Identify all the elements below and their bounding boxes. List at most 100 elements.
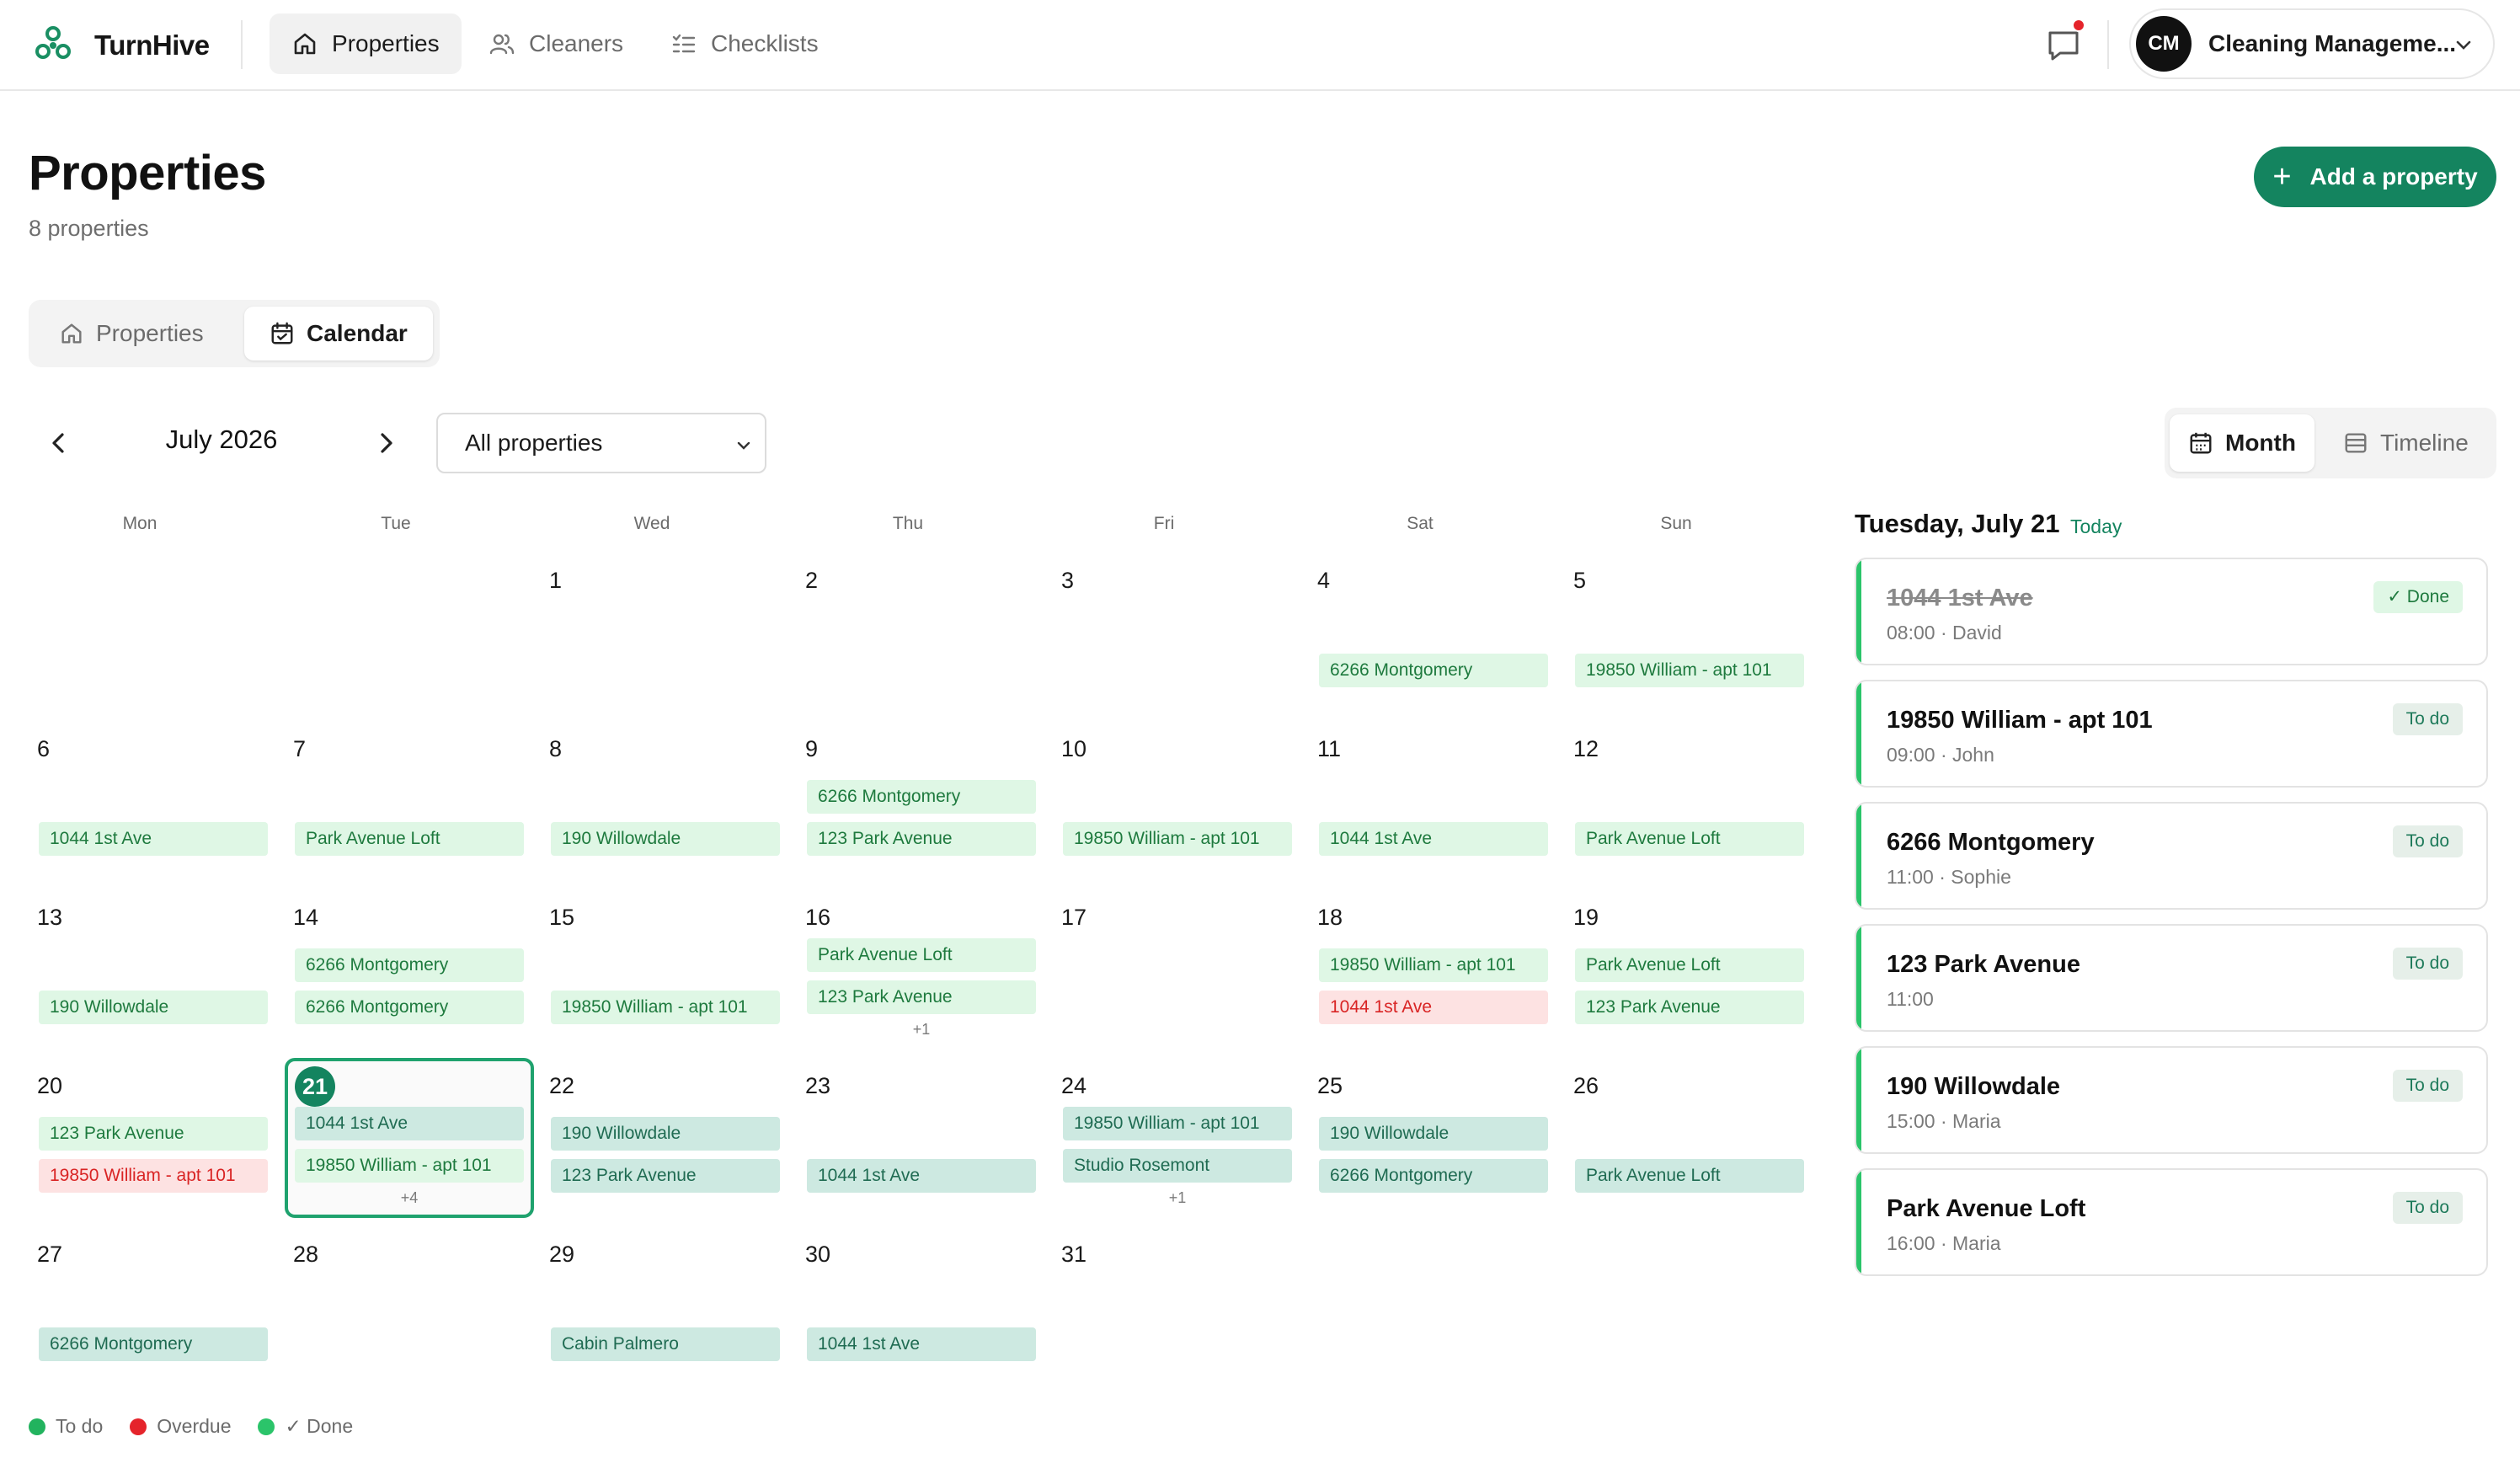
booking-chip[interactable]: 190 Willowdale xyxy=(1319,1117,1548,1151)
day-number: 17 xyxy=(1061,905,1087,930)
weekday-header: Sat xyxy=(1407,514,1434,533)
day-number: 31 xyxy=(1061,1242,1087,1267)
booking-chip[interactable]: 6266 Montgomery xyxy=(39,1327,268,1361)
booking-chip[interactable]: 1044 1st Ave xyxy=(807,1327,1036,1361)
booking-chip[interactable]: 1044 1st Ave xyxy=(1319,822,1548,856)
add-property-label: Add a property xyxy=(2309,163,2478,190)
day-number: 24 xyxy=(1061,1073,1087,1098)
day-number: 18 xyxy=(1317,905,1343,930)
today-date-badge: 21 xyxy=(295,1066,335,1107)
booking-chip[interactable]: 123 Park Avenue xyxy=(807,980,1036,1014)
booking-chip[interactable]: 19850 William - apt 101 xyxy=(1063,822,1292,856)
day-number: 26 xyxy=(1573,1073,1599,1098)
booking-chip[interactable]: 123 Park Avenue xyxy=(39,1117,268,1151)
booking-chip[interactable]: 19850 William - apt 101 xyxy=(39,1159,268,1193)
day-number: 11 xyxy=(1317,736,1342,761)
booking-chip[interactable]: 190 Willowdale xyxy=(551,822,780,856)
task-card[interactable]: Park Avenue Loft 16:00 · Maria To do xyxy=(1855,1168,2488,1276)
today-label: Today xyxy=(2070,515,2122,537)
booking-chip[interactable]: 19850 William - apt 101 xyxy=(295,1149,524,1183)
tab-label: Calendar xyxy=(307,320,408,346)
task-time-cleaner: 16:00 · Maria xyxy=(1887,1232,2001,1254)
booking-chip[interactable]: Park Avenue Loft xyxy=(295,822,524,856)
task-time-cleaner: 11:00 xyxy=(1887,988,1934,1010)
status-badge: To do xyxy=(2392,948,2463,980)
add-property-button[interactable]: + Add a property xyxy=(2254,147,2496,207)
day-number: 13 xyxy=(37,905,63,930)
month-label: July 2026 xyxy=(165,425,278,454)
next-month-button[interactable] xyxy=(367,425,404,462)
weekday-header: Fri xyxy=(1153,514,1175,533)
booking-chip[interactable]: Park Avenue Loft xyxy=(807,938,1036,972)
top-navigation: TurnHive Properties Cleaners Checklists … xyxy=(0,0,2520,91)
property-filter-select[interactable]: All properties xyxy=(436,413,766,473)
task-card[interactable]: 190 Willowdale 15:00 · Maria To do xyxy=(1855,1046,2488,1154)
booking-chip[interactable]: 19850 William - apt 101 xyxy=(1575,654,1804,687)
avatar: CM xyxy=(2136,16,2192,72)
day-number: 16 xyxy=(805,905,831,930)
day-number: 20 xyxy=(37,1073,63,1098)
plus-icon: + xyxy=(2272,159,2292,195)
day-number: 23 xyxy=(805,1073,831,1098)
booking-chip[interactable]: 6266 Montgomery xyxy=(1319,654,1548,687)
nav-tab-checklists[interactable]: Checklists xyxy=(649,13,841,74)
account-name: Cleaning Manageme... xyxy=(2208,30,2457,56)
booking-chip[interactable]: 123 Park Avenue xyxy=(1575,991,1804,1024)
booking-chip[interactable]: 123 Park Avenue xyxy=(551,1159,780,1193)
booking-chip[interactable]: 1044 1st Ave xyxy=(807,1159,1036,1193)
booking-chip[interactable]: 6266 Montgomery xyxy=(295,948,524,982)
view-mode-label: Month xyxy=(2225,430,2296,456)
selected-date-heading: Tuesday, July 21 xyxy=(1855,509,2060,538)
task-card[interactable]: 1044 1st Ave 08:00 · David ✓ Done xyxy=(1855,558,2488,665)
timeline-view-button[interactable]: Timeline xyxy=(2325,414,2487,472)
booking-chip[interactable]: Studio Rosemont xyxy=(1063,1149,1292,1183)
day-number: 22 xyxy=(549,1073,575,1098)
booking-chip[interactable]: 6266 Montgomery xyxy=(1319,1159,1548,1193)
tab-properties[interactable]: Properties xyxy=(34,307,229,360)
task-property-name: Park Avenue Loft xyxy=(1887,1195,2086,1222)
weekday-header: Wed xyxy=(633,514,670,533)
legend-item: Overdue xyxy=(130,1415,231,1438)
calendar-icon xyxy=(271,322,293,344)
task-time-cleaner: 08:00 · David xyxy=(1887,622,2002,644)
task-property-name: 6266 Montgomery xyxy=(1887,829,2095,856)
previous-month-button[interactable] xyxy=(40,425,77,462)
month-view-button[interactable]: Month xyxy=(2170,414,2314,472)
day-number: 9 xyxy=(805,736,819,761)
calendar-view-mode: Month Timeline xyxy=(2165,408,2496,478)
legend-label: Overdue xyxy=(157,1415,232,1437)
booking-chip[interactable]: 19850 William - apt 101 xyxy=(1319,948,1548,982)
booking-chip[interactable]: 190 Willowdale xyxy=(39,991,268,1024)
more-bookings-link[interactable]: +4 xyxy=(295,1189,524,1207)
booking-chip[interactable]: 6266 Montgomery xyxy=(295,991,524,1024)
status-dot-icon xyxy=(258,1418,275,1435)
more-bookings-link[interactable]: +1 xyxy=(1063,1189,1292,1207)
booking-chip[interactable]: 1044 1st Ave xyxy=(1319,991,1548,1024)
task-time-cleaner: 11:00 · Sophie xyxy=(1887,866,2011,888)
task-card[interactable]: 123 Park Avenue 11:00 To do xyxy=(1855,924,2488,1032)
booking-chip[interactable]: 19850 William - apt 101 xyxy=(1063,1107,1292,1140)
weekday-header: Thu xyxy=(892,514,924,533)
booking-chip[interactable]: Park Avenue Loft xyxy=(1575,948,1804,982)
day-number: 5 xyxy=(1573,568,1587,593)
booking-chip[interactable]: Park Avenue Loft xyxy=(1575,822,1804,856)
nav-tab-label: Cleaners xyxy=(529,30,624,56)
booking-chip[interactable]: 19850 William - apt 101 xyxy=(551,991,780,1024)
task-card[interactable]: 6266 Montgomery 11:00 · Sophie To do xyxy=(1855,802,2488,910)
calendar-icon xyxy=(2190,432,2212,454)
booking-chip[interactable]: Cabin Palmero xyxy=(551,1327,780,1361)
booking-chip[interactable]: 190 Willowdale xyxy=(551,1117,780,1151)
booking-chip[interactable]: 1044 1st Ave xyxy=(39,822,268,856)
brand[interactable]: TurnHive xyxy=(34,24,210,67)
tab-calendar[interactable]: Calendar xyxy=(244,307,433,360)
booking-chip[interactable]: Park Avenue Loft xyxy=(1575,1159,1804,1193)
home-icon xyxy=(294,33,316,55)
account-menu[interactable]: CM Cleaning Manageme... xyxy=(2129,8,2495,79)
task-card[interactable]: 19850 William - apt 101 09:00 · John To do xyxy=(1855,680,2488,788)
booking-chip[interactable]: 1044 1st Ave xyxy=(295,1107,524,1140)
nav-tab-cleaners[interactable]: Cleaners xyxy=(467,13,645,74)
nav-tab-properties[interactable]: Properties xyxy=(270,13,462,74)
booking-chip[interactable]: 123 Park Avenue xyxy=(807,822,1036,856)
more-bookings-link[interactable]: +1 xyxy=(807,1021,1036,1039)
booking-chip[interactable]: 6266 Montgomery xyxy=(807,780,1036,814)
